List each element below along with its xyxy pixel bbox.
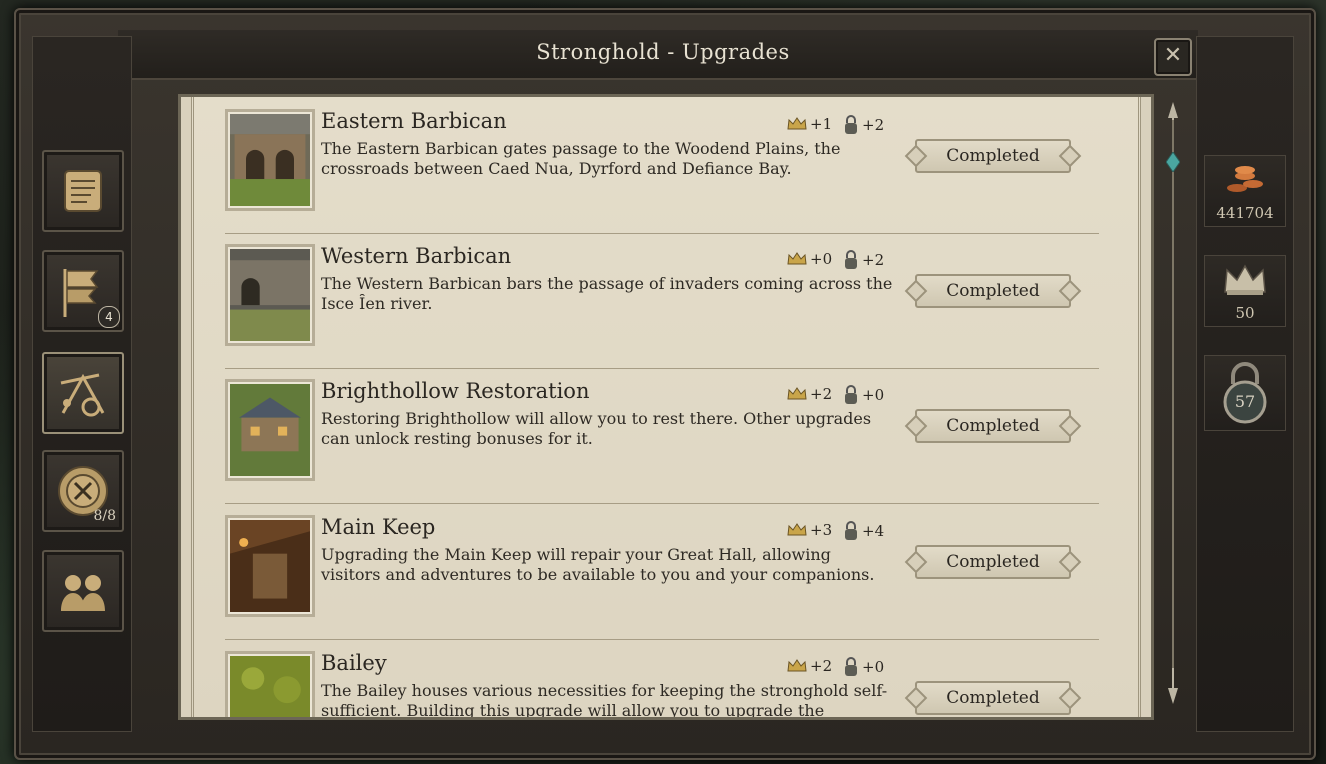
upgrade-description: The Bailey houses various necessities fo… bbox=[321, 681, 888, 720]
crown-icon bbox=[787, 659, 807, 672]
scroll-down-arrow-icon[interactable] bbox=[1164, 666, 1182, 706]
crown-icon bbox=[787, 387, 807, 400]
upgrade-description: Restoring Brighthollow will allow you to… bbox=[321, 409, 872, 448]
siege-engine-icon bbox=[60, 373, 105, 417]
close-button[interactable]: ✕ bbox=[1154, 38, 1192, 76]
upgrade-title: Eastern Barbican bbox=[321, 109, 507, 133]
upgrade-thumbnail bbox=[225, 379, 315, 481]
bailey-image bbox=[230, 656, 310, 717]
status-button[interactable]: Completed bbox=[915, 274, 1071, 308]
security-stat: +2 bbox=[843, 115, 884, 135]
prestige-panel: 50 bbox=[1204, 255, 1286, 327]
crown-icon bbox=[787, 117, 807, 130]
upgrade-title: Brighthollow Restoration bbox=[321, 379, 590, 403]
barbican-image bbox=[230, 114, 310, 206]
prestige-value: +1 bbox=[810, 115, 833, 133]
window-title: Stronghold - Upgrades bbox=[536, 40, 790, 64]
scrollbar[interactable] bbox=[1164, 100, 1182, 706]
padlock-icon bbox=[845, 250, 857, 269]
status-button[interactable]: Completed bbox=[915, 139, 1071, 173]
crown-icon bbox=[787, 523, 807, 536]
status-button[interactable]: Completed bbox=[915, 545, 1071, 579]
upgrade-thumbnail bbox=[225, 109, 315, 211]
upgrade-title: Bailey bbox=[321, 651, 387, 675]
security-value: 57 bbox=[1234, 392, 1256, 411]
money-value: 441704 bbox=[1216, 204, 1274, 222]
prestige-value: +3 bbox=[810, 521, 833, 539]
money-panel: 441704 bbox=[1204, 155, 1286, 227]
upgrade-description: The Eastern Barbican gates passage to th… bbox=[321, 139, 841, 178]
prestige-value: +0 bbox=[810, 250, 833, 268]
prestige-value: +2 bbox=[810, 657, 833, 675]
nav-companions-button[interactable] bbox=[42, 550, 124, 632]
security-stat: +0 bbox=[843, 657, 884, 677]
security-value: +4 bbox=[862, 522, 885, 540]
scroll-track[interactable] bbox=[1172, 120, 1174, 680]
upgrade-description: The Western Barbican bars the passage of… bbox=[321, 274, 893, 313]
upgrade-thumbnail bbox=[225, 515, 315, 617]
upgrade-thumbnail bbox=[225, 244, 315, 346]
upgrade-row: Eastern Barbican +1 +2 The Eastern Barbi… bbox=[225, 97, 1099, 234]
security-stat: +0 bbox=[843, 385, 884, 405]
coin-stack-icon bbox=[1227, 166, 1263, 192]
padlock-icon bbox=[845, 657, 857, 676]
hirelings-count: 8/8 bbox=[93, 508, 116, 524]
prestige-stat: +3 bbox=[787, 521, 832, 539]
prestige-stat: +2 bbox=[787, 657, 832, 675]
status-button[interactable]: Completed bbox=[915, 409, 1071, 443]
upgrade-description: Upgrading the Main Keep will repair your… bbox=[321, 545, 875, 584]
crown-icon bbox=[1224, 264, 1266, 295]
upgrade-row: Western Barbican +0 +2 The Western Barbi… bbox=[225, 232, 1099, 369]
security-value: +2 bbox=[862, 116, 885, 134]
security-stat: +2 bbox=[843, 250, 884, 270]
prestige-stat: +1 bbox=[787, 115, 832, 133]
nav-turns-button[interactable]: 4 bbox=[42, 250, 124, 332]
padlock-icon bbox=[845, 521, 857, 540]
prestige-stat: +0 bbox=[787, 250, 832, 268]
prestige-value: 50 bbox=[1235, 304, 1255, 322]
barbican-image bbox=[230, 249, 310, 341]
people-icon bbox=[61, 575, 105, 611]
upgrade-thumbnail bbox=[225, 651, 315, 717]
security-panel: 57 bbox=[1204, 355, 1286, 431]
padlock-icon bbox=[845, 115, 857, 134]
prestige-value: +2 bbox=[810, 385, 833, 403]
brighthollow-image bbox=[230, 384, 310, 476]
security-value: +0 bbox=[862, 658, 885, 676]
scroll-icon bbox=[64, 170, 102, 212]
crown-icon bbox=[787, 252, 807, 265]
nav-overview-button[interactable] bbox=[42, 150, 124, 232]
upgrade-title: Main Keep bbox=[321, 515, 436, 539]
status-button[interactable]: Completed bbox=[915, 681, 1071, 715]
security-value: +0 bbox=[862, 386, 885, 404]
upgrades-list-panel: Eastern Barbican +1 +2 The Eastern Barbi… bbox=[178, 94, 1154, 720]
main-keep-image bbox=[230, 520, 310, 612]
nav-hirelings-button[interactable]: 8/8 bbox=[42, 450, 124, 532]
upgrade-title: Western Barbican bbox=[321, 244, 512, 268]
upgrade-row: Bailey +2 +0 The Bailey houses various n… bbox=[225, 639, 1099, 720]
nav-upgrades-button[interactable] bbox=[42, 352, 124, 434]
padlock-icon bbox=[845, 385, 857, 404]
upgrade-row: Main Keep +3 +4 Upgrading the Main Keep … bbox=[225, 503, 1099, 640]
scroll-thumb[interactable] bbox=[1166, 152, 1180, 172]
turns-badge: 4 bbox=[98, 306, 120, 328]
prestige-stat: +2 bbox=[787, 385, 832, 403]
upgrade-row: Brighthollow Restoration +2 +0 Restoring… bbox=[225, 367, 1099, 504]
security-value: +2 bbox=[862, 251, 885, 269]
security-stat: +4 bbox=[843, 521, 884, 541]
